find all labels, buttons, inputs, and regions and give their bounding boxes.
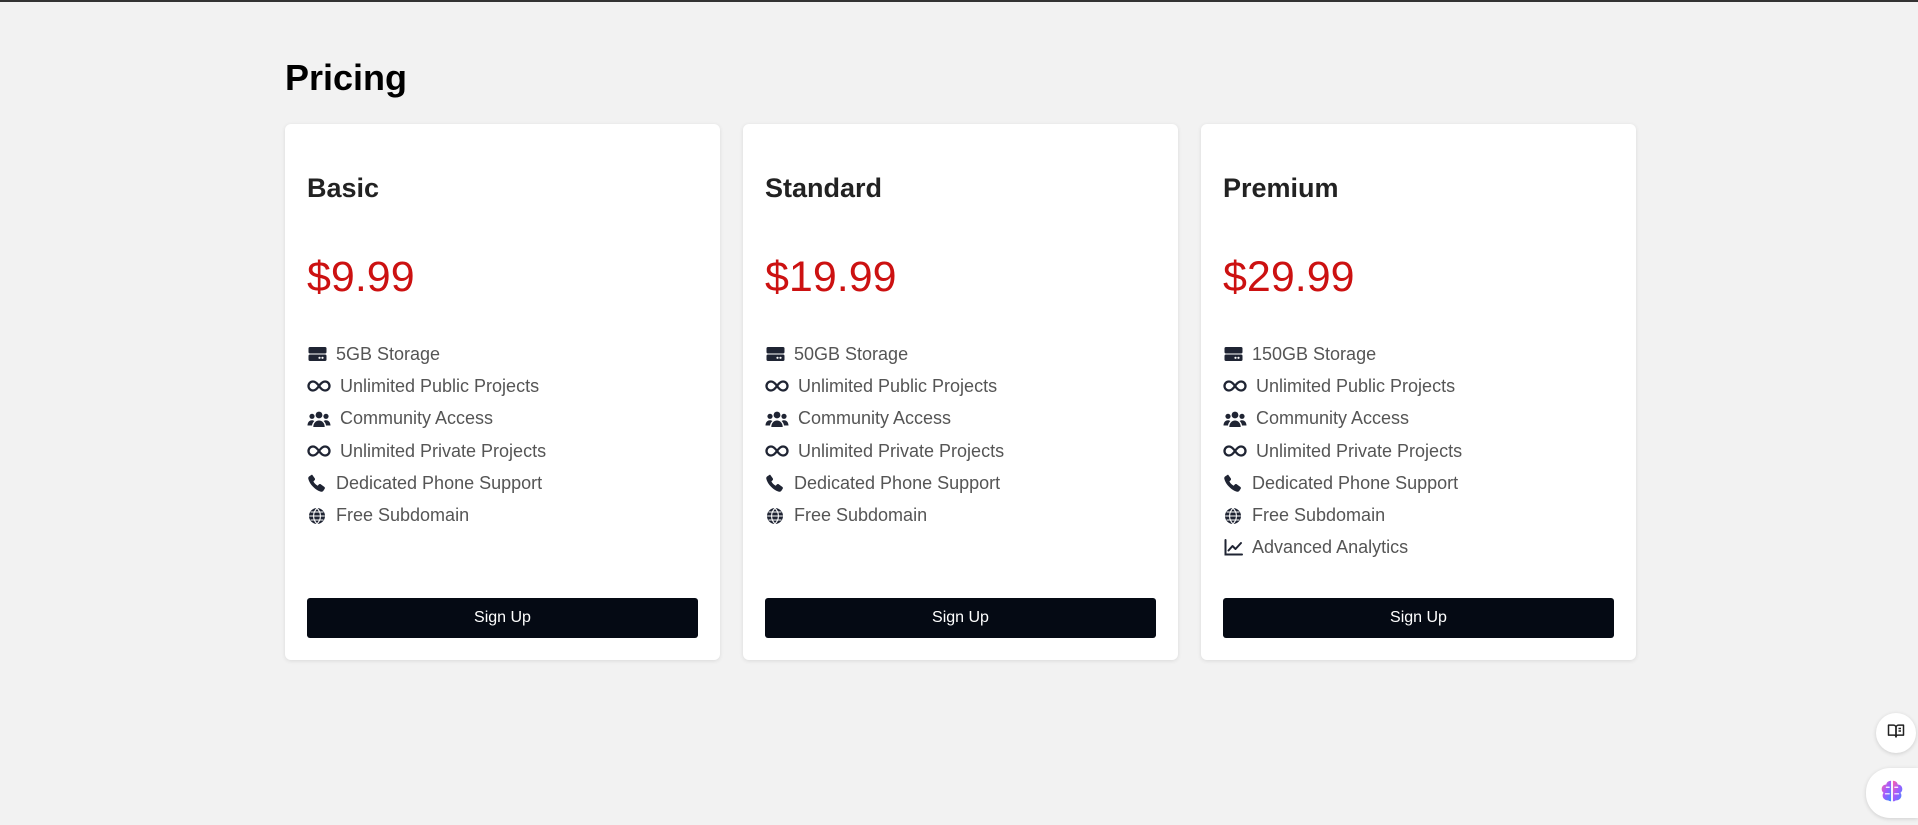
feature-label: Dedicated Phone Support: [1252, 472, 1459, 493]
plan-name: Basic: [307, 173, 380, 203]
infinity-icon: [1223, 376, 1247, 396]
storage-icon: [765, 344, 785, 364]
feature-label: Community Access: [1256, 408, 1410, 429]
infinity-icon: [1223, 441, 1247, 461]
users-icon: [307, 409, 331, 429]
book-icon: [1886, 721, 1906, 746]
feature-item: Unlimited Private Projects: [1223, 435, 1613, 467]
feature-label: Dedicated Phone Support: [794, 472, 1001, 493]
feature-label: 5GB Storage: [336, 343, 441, 364]
users-icon: [1223, 409, 1247, 429]
feature-label: Community Access: [798, 408, 952, 429]
sign-up-button[interactable]: Sign Up: [307, 598, 698, 638]
feature-item: 5GB Storage: [307, 338, 697, 370]
users-icon: [765, 409, 789, 429]
phone-icon: [1223, 473, 1243, 493]
plan-price: $9.99: [307, 253, 415, 301]
feature-label: Unlimited Public Projects: [1256, 375, 1456, 396]
infinity-icon: [765, 441, 789, 461]
brain-icon: [1877, 776, 1907, 811]
feature-item: Free Subdomain: [1223, 499, 1613, 531]
feature-label: Unlimited Private Projects: [1256, 440, 1463, 461]
plan-card-premium: Premium $29.99 150GB Storage Unlimited Pu…: [1201, 124, 1636, 660]
feature-item: Unlimited Public Projects: [765, 370, 1155, 402]
feature-item: Dedicated Phone Support: [307, 467, 697, 499]
feature-item: 50GB Storage: [765, 338, 1155, 370]
feature-label: Free Subdomain: [794, 505, 928, 526]
plan-card-basic: Basic $9.99 5GB Storage Unlimited Public …: [285, 124, 720, 660]
plan-card-standard: Standard $19.99 50GB Storage Unlimited Pu…: [743, 124, 1178, 660]
globe-icon: [1223, 506, 1243, 526]
feature-list: 50GB Storage Unlimited Public Projects Com…: [765, 338, 1155, 532]
plan-name: Premium: [1223, 173, 1339, 203]
feature-list: 150GB Storage Unlimited Public Projects Co…: [1223, 338, 1613, 564]
feature-label: 50GB Storage: [794, 343, 909, 364]
assistant-button[interactable]: [1866, 768, 1918, 818]
feature-label: 150GB Storage: [1252, 343, 1377, 364]
infinity-icon: [765, 376, 789, 396]
globe-icon: [765, 506, 785, 526]
sign-up-button[interactable]: Sign Up: [765, 598, 1156, 638]
chart-line-icon: [1223, 538, 1243, 558]
feature-item: Community Access: [765, 403, 1155, 435]
feature-item: Advanced Analytics: [1223, 532, 1613, 564]
storage-icon: [1223, 344, 1243, 364]
globe-icon: [307, 506, 327, 526]
feature-label: Unlimited Private Projects: [340, 440, 547, 461]
feature-item: Unlimited Private Projects: [765, 435, 1155, 467]
feature-item: Unlimited Public Projects: [307, 370, 697, 402]
feature-label: Unlimited Private Projects: [798, 440, 1005, 461]
feature-item: Community Access: [1223, 403, 1613, 435]
feature-item: Dedicated Phone Support: [1223, 467, 1613, 499]
feature-label: Unlimited Public Projects: [798, 375, 998, 396]
phone-icon: [307, 473, 327, 493]
feature-label: Community Access: [340, 408, 494, 429]
infinity-icon: [307, 376, 331, 396]
plan-name: Standard: [765, 173, 883, 203]
feature-label: Dedicated Phone Support: [336, 472, 543, 493]
top-border: [0, 0, 1918, 2]
plan-price: $19.99: [765, 253, 897, 301]
feature-item: 150GB Storage: [1223, 338, 1613, 370]
feature-label: Free Subdomain: [1252, 505, 1386, 526]
feature-item: Unlimited Private Projects: [307, 435, 697, 467]
pricing-cards: Basic $9.99 5GB Storage Unlimited Public …: [285, 124, 1636, 660]
infinity-icon: [307, 441, 331, 461]
storage-icon: [307, 344, 327, 364]
feature-label: Advanced Analytics: [1252, 537, 1409, 558]
feature-item: Free Subdomain: [307, 499, 697, 531]
feature-label: Free Subdomain: [336, 505, 470, 526]
feature-item: Community Access: [307, 403, 697, 435]
sign-up-button[interactable]: Sign Up: [1223, 598, 1614, 638]
plan-price: $29.99: [1223, 253, 1355, 301]
feature-label: Unlimited Public Projects: [340, 375, 540, 396]
feature-item: Dedicated Phone Support: [765, 467, 1155, 499]
feature-list: 5GB Storage Unlimited Public Projects Comm…: [307, 338, 697, 532]
reader-mode-button[interactable]: [1876, 713, 1916, 753]
feature-item: Free Subdomain: [765, 499, 1155, 531]
page-title: Pricing: [285, 57, 408, 98]
feature-item: Unlimited Public Projects: [1223, 370, 1613, 402]
phone-icon: [765, 473, 785, 493]
